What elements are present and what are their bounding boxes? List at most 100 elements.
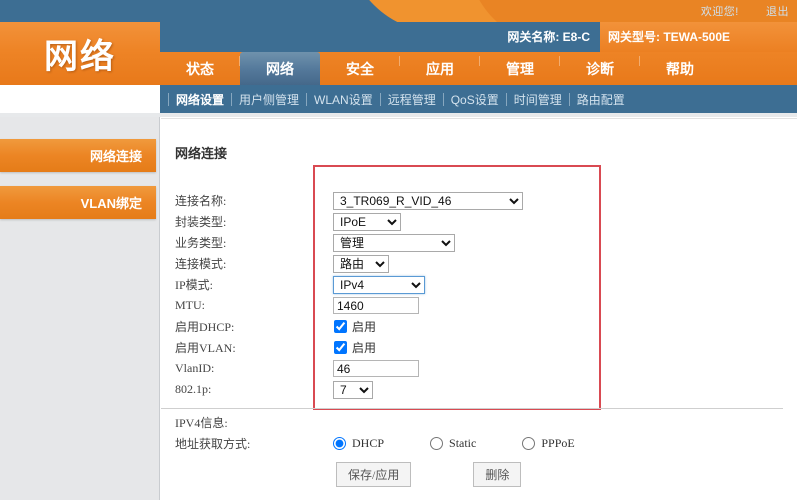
field-connection-mode: 路由 — [333, 254, 775, 273]
form-row-connection-name: 连接名称: 3_TR069_R_VID_46 — [175, 190, 775, 211]
enable-dhcp-checkbox[interactable] — [334, 320, 347, 333]
radio-option-dhcp[interactable]: DHCP — [333, 436, 384, 451]
field-ip-mode: IPv4 — [333, 275, 775, 294]
form-row-mtu: MTU: — [175, 295, 775, 316]
static-radio[interactable] — [430, 437, 444, 450]
form-row-ip-mode: IP模式: IPv4 — [175, 274, 775, 295]
radio-option-static[interactable]: Static — [430, 436, 476, 451]
tab-security[interactable]: 安全 — [320, 52, 400, 85]
field-connection-name: 3_TR069_R_VID_46 — [333, 191, 775, 210]
label-connection-mode: 连接模式: — [175, 257, 227, 271]
ip-mode-select[interactable]: IPv4 — [333, 275, 425, 294]
enable-dhcp-checkbox-label: 启用 — [352, 320, 377, 334]
ipv4-info-section: IPV4信息: 地址获取方式: DHCP Static PPPoE — [175, 414, 785, 452]
logout-link[interactable]: 退出 — [766, 6, 789, 18]
welcome-bar: 欢迎您! 退出 — [701, 3, 789, 19]
field-dot1p: 7 — [333, 380, 775, 399]
address-mode-row: 地址获取方式: DHCP Static PPPoE — [175, 435, 785, 452]
sidebar-item-network-connection[interactable]: 网络连接 — [0, 139, 156, 172]
field-vlan-id — [333, 360, 775, 377]
vlan-id-input[interactable] — [333, 360, 419, 377]
field-service-type: 管理 — [333, 233, 775, 252]
gateway-name: 网关名称: E8-C — [507, 30, 590, 44]
site-logo: 网络 — [44, 38, 116, 76]
pppoe-radio-label: PPPoE — [541, 436, 575, 450]
content-panel: 网络连接 连接名称: 3_TR069_R_VID_46 封装类型: IPoE 业… — [161, 117, 797, 500]
tab-application[interactable]: 应用 — [400, 52, 480, 85]
subnav-item-user-side-management[interactable]: 用户侧管理 — [232, 91, 306, 108]
subnav-item-qos-settings[interactable]: QoS设置 — [444, 91, 506, 108]
form-row-encapsulation-type: 封装类型: IPoE — [175, 211, 775, 232]
dhcp-radio[interactable] — [333, 437, 346, 450]
form-row-connection-mode: 连接模式: 路由 — [175, 253, 775, 274]
tab-network[interactable]: 网络 — [240, 52, 320, 85]
label-address-mode: 地址获取方式: — [175, 437, 251, 451]
top-strip — [0, 0, 797, 22]
subnav-item-remote-management[interactable]: 远程管理 — [381, 91, 443, 108]
subnav-item-network-settings[interactable]: 网络设置 — [169, 91, 231, 108]
welcome-text: 欢迎您! — [700, 6, 739, 18]
pppoe-radio[interactable] — [522, 437, 536, 450]
mtu-input[interactable] — [333, 297, 419, 314]
tab-help[interactable]: 帮助 — [640, 52, 720, 85]
tab-security-label: 安全 — [346, 60, 374, 77]
radio-option-pppoe[interactable]: PPPoE — [522, 436, 575, 451]
dhcp-radio-label: DHCP — [352, 436, 385, 450]
encapsulation-type-select[interactable]: IPoE — [333, 212, 401, 231]
label-ip-mode: IP模式: — [175, 278, 214, 292]
gateway-model: 网关型号: TEWA-500E — [608, 30, 731, 44]
connection-name-select[interactable]: 3_TR069_R_VID_46 — [333, 191, 523, 210]
save-apply-button[interactable]: 保存/应用 — [336, 462, 412, 487]
sidebar-item-vlan-binding-label: VLAN绑定 — [80, 196, 142, 211]
connection-mode-select[interactable]: 路由 — [333, 254, 389, 273]
tab-management[interactable]: 管理 — [480, 52, 560, 85]
label-vlan-id: VlanID: — [175, 361, 215, 375]
field-enable-vlan: 启用 — [333, 339, 775, 356]
left-sidebar: 网络连接 VLAN绑定 — [0, 117, 160, 500]
sub-nav-bar: 网络设置 用户侧管理 WLAN设置 远程管理 QoS设置 时间管理 路由配置 — [160, 85, 797, 113]
field-mtu — [333, 297, 775, 314]
sidebar-item-gap — [0, 172, 159, 186]
field-enable-dhcp: 启用 — [333, 318, 775, 335]
sidebar-item-vlan-binding[interactable]: VLAN绑定 — [0, 186, 156, 219]
tab-help-label: 帮助 — [666, 60, 694, 77]
content-top-rule — [161, 118, 797, 119]
form-row-enable-vlan: 启用VLAN: 启用 — [175, 337, 775, 358]
service-type-select[interactable]: 管理 — [333, 233, 455, 252]
form-row-service-type: 业务类型: 管理 — [175, 232, 775, 253]
label-service-type: 业务类型: — [175, 236, 227, 250]
tab-diagnostics[interactable]: 诊断 — [560, 52, 640, 85]
subnav-item-time-management[interactable]: 时间管理 — [507, 91, 569, 108]
tab-status-label: 状态 — [186, 60, 214, 77]
form-row-dot1p: 802.1p: 7 — [175, 379, 775, 400]
static-radio-label: Static — [449, 436, 477, 450]
subnav-item-wlan-settings[interactable]: WLAN设置 — [307, 91, 380, 108]
sidebar-item-network-connection-label: 网络连接 — [89, 149, 142, 164]
tab-status[interactable]: 状态 — [160, 52, 240, 85]
label-enable-vlan: 启用VLAN: — [175, 341, 236, 355]
ipv4-section-title: IPV4信息: — [175, 416, 228, 430]
tab-application-label: 应用 — [426, 60, 454, 77]
label-connection-name: 连接名称: — [175, 194, 227, 208]
dot1p-select[interactable]: 7 — [333, 380, 373, 399]
delete-button[interactable]: 删除 — [473, 462, 522, 487]
field-encapsulation-type: IPoE — [333, 212, 775, 231]
sidebar-top-spacer — [0, 117, 159, 139]
main-tab-bar: 状态 网络 安全 应用 管理 诊断 帮助 — [160, 52, 720, 85]
label-dot1p: 802.1p: — [175, 382, 212, 396]
label-enable-dhcp: 启用DHCP: — [175, 320, 235, 334]
content-divider-rule — [161, 408, 783, 409]
form-row-enable-dhcp: 启用DHCP: 启用 — [175, 316, 775, 337]
enable-vlan-checkbox-label: 启用 — [352, 341, 377, 355]
tab-management-label: 管理 — [506, 60, 534, 77]
tab-network-label: 网络 — [266, 60, 294, 77]
label-mtu: MTU: — [175, 298, 205, 312]
subnav-item-route-config[interactable]: 路由配置 — [570, 91, 632, 108]
form-row-vlan-id: VlanID: — [175, 358, 775, 379]
enable-vlan-checkbox[interactable] — [334, 341, 347, 354]
tab-diagnostics-label: 诊断 — [586, 60, 614, 77]
label-encapsulation-type: 封装类型: — [175, 215, 227, 229]
page-title: 网络连接 — [175, 146, 228, 161]
action-button-row: 保存/应用 删除 — [336, 462, 522, 487]
connection-form: 连接名称: 3_TR069_R_VID_46 封装类型: IPoE 业务类型: … — [175, 190, 775, 400]
